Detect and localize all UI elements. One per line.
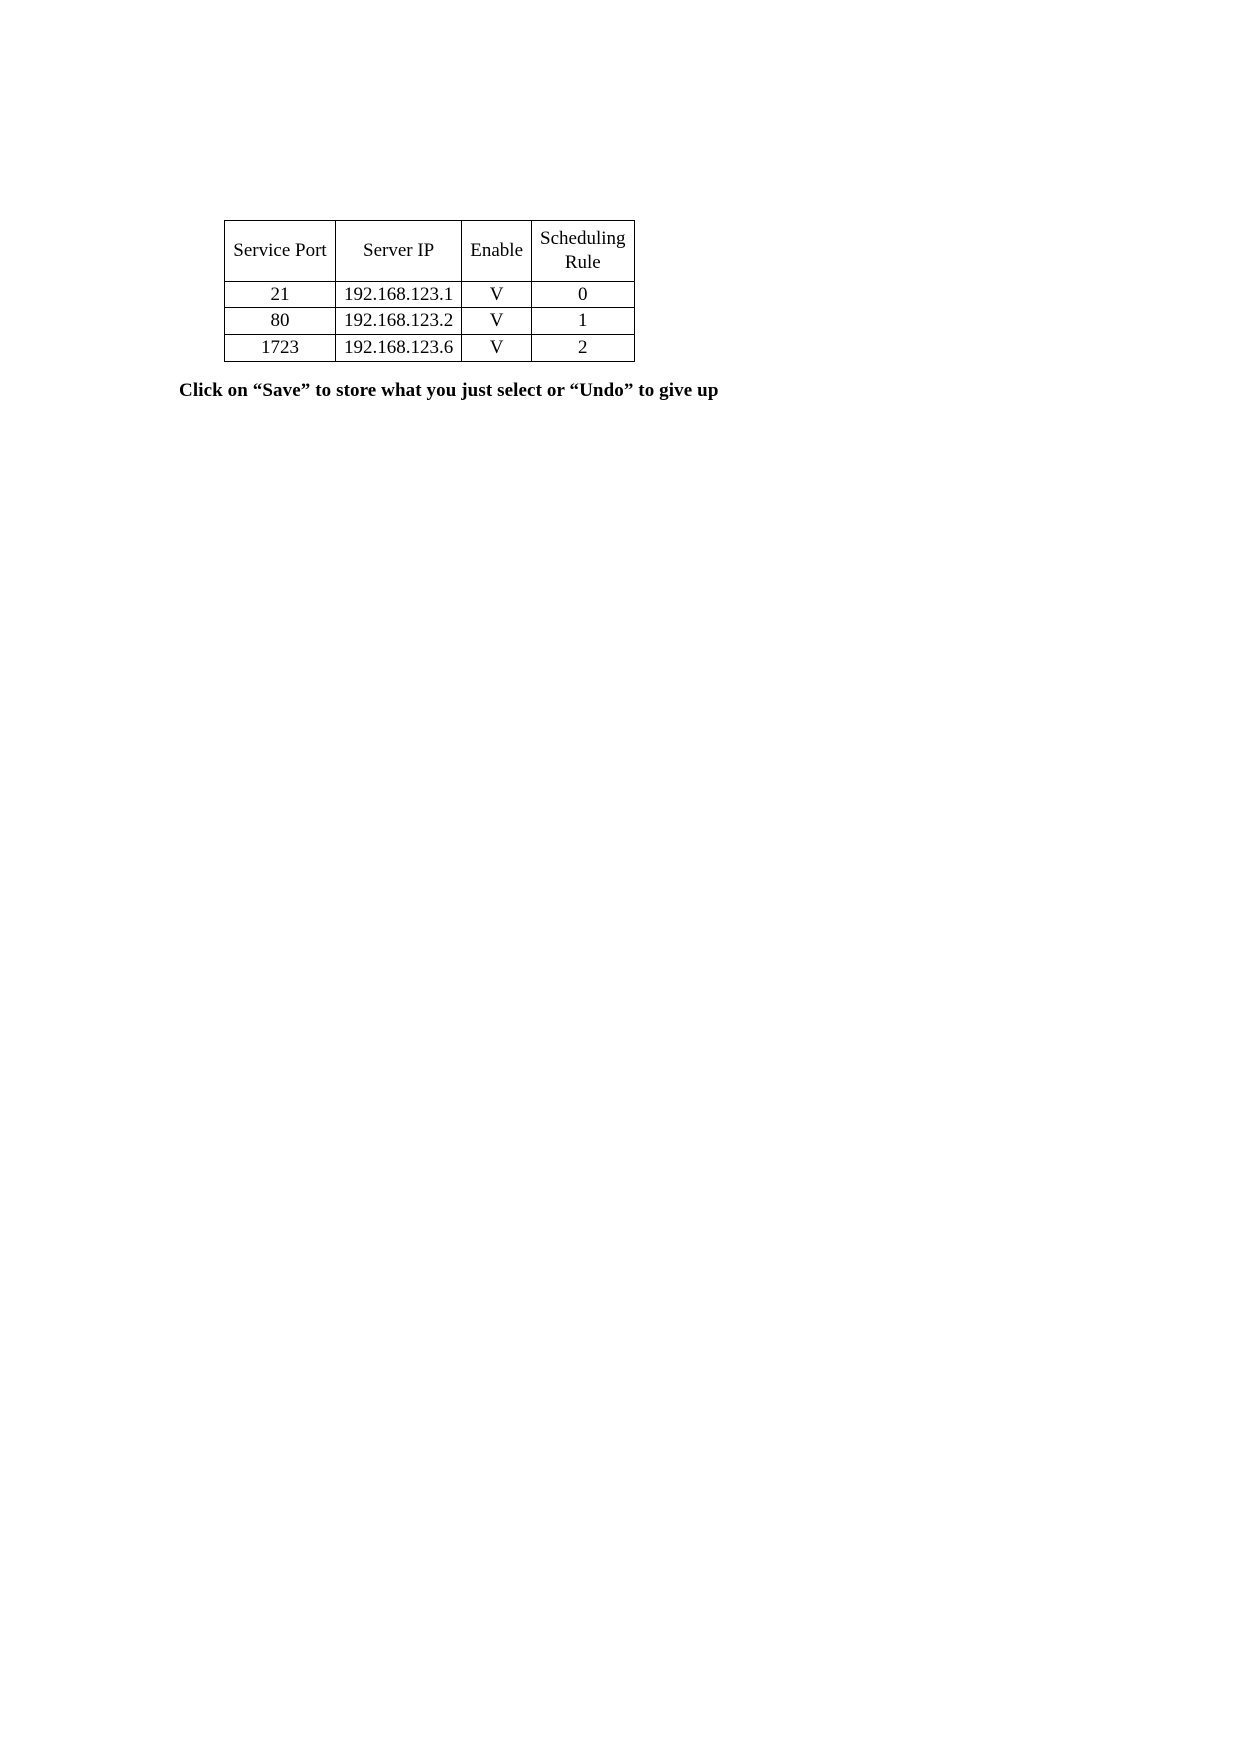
cell-enable: V xyxy=(462,281,532,308)
cell-service-port: 1723 xyxy=(225,335,336,362)
cell-server-ip: 192.168.123.2 xyxy=(336,308,462,335)
cell-server-ip: 192.168.123.6 xyxy=(336,335,462,362)
cell-scheduling-rule: 1 xyxy=(532,308,635,335)
cell-server-ip: 192.168.123.1 xyxy=(336,281,462,308)
table-row: 21 192.168.123.1 V 0 xyxy=(225,281,635,308)
header-enable: Enable xyxy=(462,221,532,282)
cell-service-port: 21 xyxy=(225,281,336,308)
table-row: 80 192.168.123.2 V 1 xyxy=(225,308,635,335)
cell-service-port: 80 xyxy=(225,308,336,335)
cell-enable: V xyxy=(462,308,532,335)
header-scheduling-rule: Scheduling Rule xyxy=(532,221,635,282)
virtual-server-table: Service Port Server IP Enable Scheduling… xyxy=(224,220,635,362)
table-row: 1723 192.168.123.6 V 2 xyxy=(225,335,635,362)
table-header-row: Service Port Server IP Enable Scheduling… xyxy=(225,221,635,282)
header-service-port: Service Port xyxy=(225,221,336,282)
cell-enable: V xyxy=(462,335,532,362)
instruction-text: Click on “Save” to store what you just s… xyxy=(179,380,1059,402)
header-server-ip: Server IP xyxy=(336,221,462,282)
cell-scheduling-rule: 2 xyxy=(532,335,635,362)
page-content: Service Port Server IP Enable Scheduling… xyxy=(179,220,1059,402)
cell-scheduling-rule: 0 xyxy=(532,281,635,308)
